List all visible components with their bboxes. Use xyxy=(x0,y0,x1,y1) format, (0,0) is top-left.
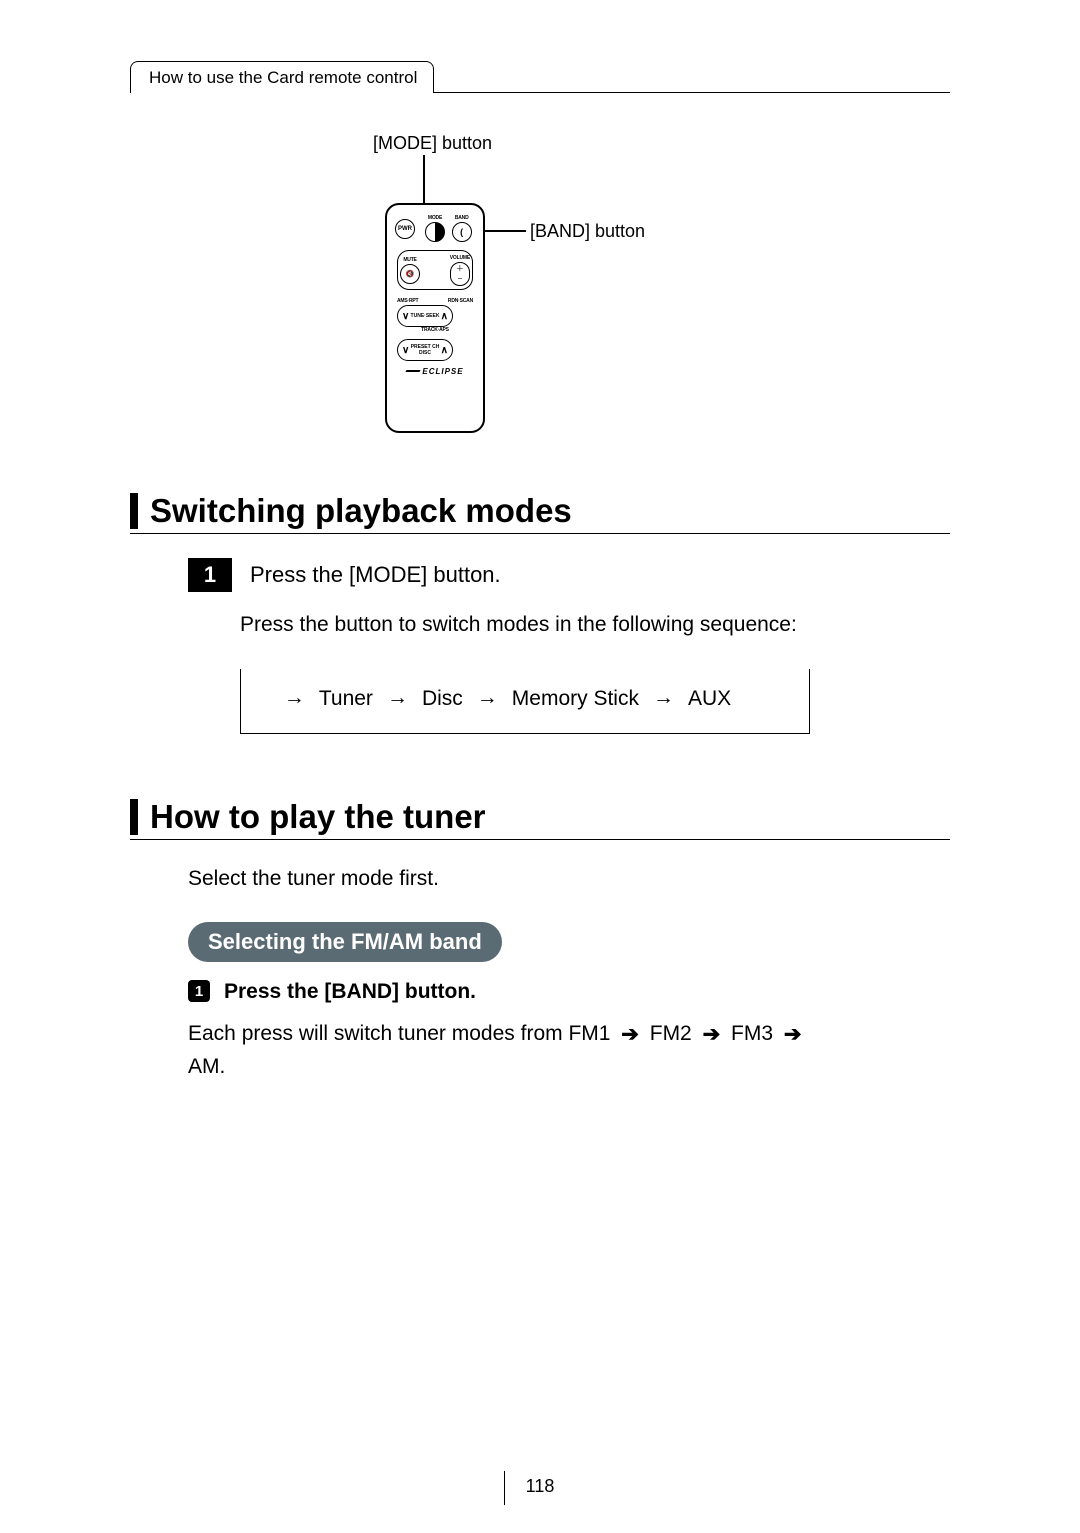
section-heading-tuner: How to play the tuner xyxy=(130,799,950,840)
tune-seek-rocker-icon: ∨ TUNE·SEEK ∧ xyxy=(397,305,453,327)
heading-text: How to play the tuner xyxy=(150,799,486,835)
page-number-divider xyxy=(504,1471,505,1505)
volume-label: VOLUME xyxy=(450,255,470,261)
arrow-right-icon: ➔ xyxy=(621,1023,639,1046)
step-number-box: 1 xyxy=(188,558,232,592)
preset-group: ∨ PRESET CH DISC ∧ xyxy=(397,339,473,361)
step-row-1: 1 Press the [MODE] button. xyxy=(188,558,950,592)
track-aps-label: TRACK·APS xyxy=(397,327,473,333)
page-number: 118 xyxy=(526,1476,555,1497)
arrow-right-icon: ➔ xyxy=(703,1023,721,1046)
substep-number: 1 xyxy=(188,980,210,1002)
remote-diagram: [MODE] button [BAND] button PWR MODE BAN… xyxy=(130,133,950,453)
mode-sequence-row: → Tuner → Disc → Memory Stick → AUX → xyxy=(271,687,779,711)
subsection-pill: Selecting the FM/AM band xyxy=(188,922,502,962)
arrow-right-icon: → xyxy=(284,686,305,710)
arrow-right-icon: → xyxy=(477,686,498,710)
step-instruction: Press the [MODE] button. xyxy=(250,558,501,592)
volume-group: MUTE 🔇 VOLUME ＋− xyxy=(397,250,473,290)
mode-button-icon xyxy=(425,222,445,242)
mode-callout: [MODE] button xyxy=(373,133,492,154)
page: How to use the Card remote control [MODE… xyxy=(0,0,1080,1533)
breadcrumb: How to use the Card remote control xyxy=(130,61,434,93)
section-heading-switching: Switching playback modes xyxy=(130,493,950,534)
band-button-icon: ( xyxy=(452,222,472,242)
arrow-right-icon: → xyxy=(653,686,674,710)
band-label: BAND xyxy=(448,215,475,221)
heading-bar-icon xyxy=(130,493,138,529)
pwr-button-icon: PWR xyxy=(395,219,415,239)
flow-item: Memory Stick xyxy=(512,687,639,711)
mode-label: MODE xyxy=(422,215,449,221)
body-paragraph: Press the button to switch modes in the … xyxy=(240,610,950,640)
flow-item: Disc xyxy=(422,687,463,711)
arrow-right-icon: → xyxy=(387,686,408,710)
substep-instruction: Press the [BAND] button. xyxy=(224,980,476,1004)
arrow-right-icon: ➔ xyxy=(784,1023,802,1046)
substep-row: 1 Press the [BAND] button. xyxy=(188,980,950,1004)
brand-logo: ECLIPSE xyxy=(395,367,475,376)
tuner-mode-note: Each press will switch tuner modes from … xyxy=(188,1018,888,1083)
mode-sequence-box: → Tuner → Disc → Memory Stick → AUX → xyxy=(240,669,810,734)
mute-button-icon: 🔇 xyxy=(400,264,420,284)
tune-seek-group: AMS·RPTRDN·SCAN ∨ TUNE·SEEK ∧ TRACK·APS xyxy=(397,298,473,333)
heading-bar-icon xyxy=(130,799,138,835)
tuner-intro: Select the tuner mode first. xyxy=(188,864,950,894)
flow-item: Tuner xyxy=(319,687,373,711)
mute-label: MUTE xyxy=(400,257,420,263)
remote-control-icon: PWR MODE BAND ( MUTE 🔇 xyxy=(385,203,485,433)
heading-text: Switching playback modes xyxy=(150,493,572,529)
volume-rocker-icon: ＋− xyxy=(450,262,470,286)
flow-item: AUX xyxy=(688,687,731,711)
preset-rocker-icon: ∨ PRESET CH DISC ∧ xyxy=(397,339,453,361)
band-callout: [BAND] button xyxy=(530,221,645,242)
